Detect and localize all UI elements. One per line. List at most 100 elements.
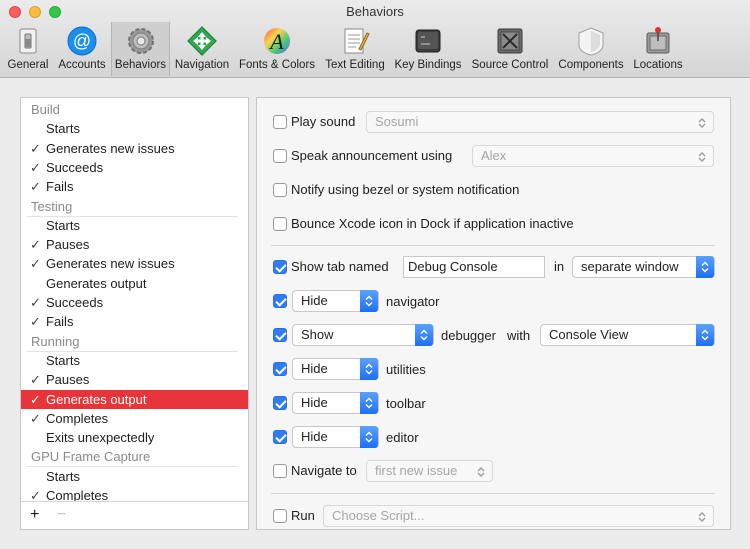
list-item-label: Succeeds	[46, 159, 104, 175]
list-item[interactable]: ✓ Generates new issues	[21, 139, 248, 158]
toolbar-key-bindings[interactable]: Key Bindings	[392, 22, 464, 76]
list-item[interactable]: Starts	[21, 351, 248, 370]
list-item-label: Exits unexpectedly	[46, 430, 155, 446]
svg-text:A: A	[268, 29, 284, 54]
debugger-view-select[interactable]: Console View	[540, 324, 715, 346]
list-item[interactable]: ✓ Generates output	[21, 389, 248, 409]
chevron-updown-icon	[360, 392, 378, 414]
navigator-action-value: Hide	[301, 293, 328, 308]
editor-action-select[interactable]: Hide	[292, 426, 379, 448]
speak-announcement-checkbox[interactable]	[273, 149, 287, 163]
list-footer: + −	[21, 501, 248, 529]
list-item[interactable]: Exits unexpectedly	[21, 428, 248, 447]
list-item[interactable]: ✓ Fails	[21, 177, 248, 196]
checkmark-icon: ✓	[30, 295, 41, 310]
key-bindings-icon	[415, 29, 441, 53]
tab-name-field[interactable]: Debug Console	[403, 256, 545, 278]
toolbar-source-control-label: Source Control	[471, 59, 549, 71]
toolbar-fonts-colors[interactable]: A Fonts & Colors	[236, 22, 318, 76]
toolbar-navigation[interactable]: Navigation	[172, 22, 232, 76]
behaviors-list-panel: Build Starts ✓ Generates new issues ✓ Succeed…	[20, 97, 249, 530]
list-item[interactable]: ✓ Completes	[21, 409, 248, 428]
list-item[interactable]: ✓ Generates new issues	[21, 254, 248, 273]
list-item[interactable]: ✓ Completes	[21, 486, 248, 501]
list-item[interactable]: Starts	[21, 467, 248, 486]
list-item-label: Starts	[46, 121, 80, 137]
chevron-updown-icon	[694, 148, 710, 164]
voice-select[interactable]: Alex	[472, 145, 714, 167]
remove-behavior-button[interactable]: −	[57, 507, 66, 523]
accounts-icon: @	[67, 26, 97, 56]
checkmark-icon: ✓	[30, 140, 41, 156]
navigate-target-value: first new issue	[375, 463, 458, 478]
bounce-icon-checkbox[interactable]	[273, 217, 287, 231]
separator	[271, 245, 715, 246]
list-item[interactable]: Starts	[21, 216, 248, 235]
navigation-icon	[187, 26, 217, 56]
add-behavior-button[interactable]: +	[30, 507, 39, 523]
editor-checkbox[interactable]	[273, 430, 287, 444]
checkmark-icon: ✓	[30, 237, 41, 253]
toolbar-locations-label: Locations	[633, 59, 683, 71]
list-section-header: Testing	[21, 197, 248, 217]
toolbar-action-select[interactable]: Hide	[292, 392, 379, 414]
utilities-action-select[interactable]: Hide	[292, 358, 379, 380]
list-item-label: Generates new issues	[46, 256, 175, 272]
components-icon	[578, 27, 604, 56]
play-sound-checkbox[interactable]	[273, 115, 287, 129]
window-title: Behaviors	[346, 4, 404, 19]
list-item[interactable]: Starts	[21, 119, 248, 138]
tab-location-value: separate window	[581, 259, 679, 274]
show-tab-label: Show tab named	[291, 259, 389, 274]
toolbar-components[interactable]: Components	[555, 22, 627, 76]
speak-announcement-label: Speak announcement using	[291, 148, 453, 163]
list-item-label: Pauses	[46, 372, 90, 388]
list-item-label: Completes	[46, 410, 109, 426]
navigate-target-select[interactable]: first new issue	[366, 460, 493, 482]
notify-checkbox[interactable]	[273, 183, 287, 197]
navigator-checkbox[interactable]	[273, 294, 287, 308]
list-item[interactable]: ✓ Pauses	[21, 235, 248, 254]
behaviors-list[interactable]: Build Starts ✓ Generates new issues ✓ Succeed…	[21, 98, 248, 501]
toolbar-behaviors-label: Behaviors	[114, 59, 167, 71]
toolbar-text-editing[interactable]: Text Editing	[321, 22, 389, 76]
chevron-updown-icon	[694, 114, 710, 130]
utilities-checkbox[interactable]	[273, 362, 287, 376]
list-section-header: Build	[21, 100, 248, 119]
navigator-action-select[interactable]: Hide	[292, 290, 379, 312]
run-script-checkbox[interactable]	[273, 509, 287, 523]
toolbar-general[interactable]: General	[4, 22, 52, 76]
toolbar-checkbox[interactable]	[273, 396, 287, 410]
utilities-label: utilities	[386, 362, 426, 377]
sound-select[interactable]: Sosumi	[366, 111, 714, 133]
script-select-value: Choose Script...	[332, 508, 425, 523]
tab-location-select[interactable]: separate window	[572, 256, 715, 278]
chevron-updown-icon	[696, 324, 714, 346]
toolbar-navigation-label: Navigation	[174, 59, 230, 71]
window-titlebar: Behaviors General @ Accounts Behaviors N…	[0, 0, 750, 78]
toolbar-behaviors[interactable]: Behaviors	[111, 22, 170, 76]
toolbar-locations[interactable]: Locations	[629, 22, 687, 76]
toolbar-source-control[interactable]: Source Control	[467, 22, 553, 76]
debugger-checkbox[interactable]	[273, 328, 287, 342]
navigate-to-checkbox[interactable]	[273, 464, 287, 478]
list-item[interactable]: Generates output	[21, 274, 248, 293]
list-item[interactable]: ✓ Fails	[21, 312, 248, 331]
list-item-label: Build	[31, 102, 60, 117]
list-item-label: Generates new issues	[46, 140, 175, 156]
list-item-label: Generates output	[46, 275, 147, 291]
list-item[interactable]: ✓ Pauses	[21, 370, 248, 389]
checkmark-icon: ✓	[30, 488, 41, 501]
list-item-label: Fails	[46, 314, 74, 330]
list-item[interactable]: ✓ Succeeds	[21, 158, 248, 177]
chevron-updown-icon	[473, 463, 489, 479]
run-script-label: Run	[291, 508, 315, 523]
with-label: with	[507, 328, 531, 343]
toolbar-key-bindings-label: Key Bindings	[394, 59, 462, 71]
debugger-action-select[interactable]: Show	[292, 324, 434, 346]
toolbar-accounts[interactable]: @ Accounts	[54, 22, 110, 76]
separator	[271, 493, 715, 494]
script-select[interactable]: Choose Script...	[323, 505, 714, 527]
list-item[interactable]: ✓ Succeeds	[21, 293, 248, 312]
show-tab-checkbox[interactable]	[273, 260, 287, 274]
